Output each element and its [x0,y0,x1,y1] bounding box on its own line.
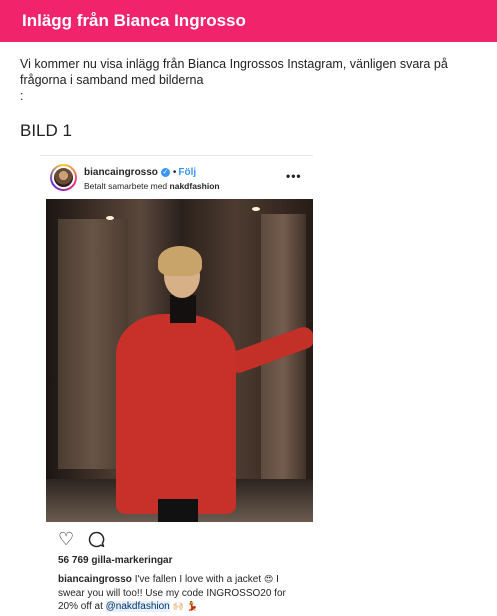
caption-text-1: I've fallen I love with a jacket [134,574,262,585]
sponsor-link[interactable]: nakdfashion [170,181,220,191]
post-username[interactable]: biancaingrosso [84,167,158,178]
verified-badge-icon: ✓ [160,168,170,177]
caption-username[interactable]: biancaingrosso [58,574,132,585]
instagram-post-card: biancaingrosso ✓ • Följ Betalt samarbete… [40,155,313,616]
separator-dot: • [172,167,177,178]
post-header: biancaingrosso ✓ • Följ Betalt samarbete… [40,156,313,198]
section-title: BILD 1 [20,121,72,140]
post-caption: biancaingrosso I've fallen I love with a… [58,573,308,614]
intro-paragraph: Vi kommer nu visa inlägg från Bianca Ing… [20,57,448,87]
more-icon[interactable]: ••• [286,169,302,183]
avatar[interactable] [50,164,77,191]
post-actions: ♡ [58,530,105,548]
caption-emoji-2: 🙌🏻 💃 [172,602,198,612]
post-user-row: biancaingrosso ✓ • Följ [84,167,196,178]
follow-button[interactable]: Följ [178,167,196,178]
sponsored-label: Betalt samarbete med nakdfashion [84,181,220,191]
sponsored-prefix: Betalt samarbete med [84,181,168,191]
page-header: Inlägg från Bianca Ingrosso [0,0,497,42]
intro-text: Vi kommer nu visa inlägg från Bianca Ing… [20,56,485,104]
likes-count[interactable]: 56 769 gilla-markeringar [58,555,173,566]
heart-icon[interactable]: ♡ [58,530,74,548]
post-photo[interactable] [46,199,313,522]
caption-mention[interactable]: @nakdfashion [105,601,170,612]
caption-emoji-1: 😍 [263,575,274,585]
comment-icon[interactable] [88,531,105,548]
page-title: Inlägg från Bianca Ingrosso [22,11,246,30]
intro-colon: : [20,89,24,103]
